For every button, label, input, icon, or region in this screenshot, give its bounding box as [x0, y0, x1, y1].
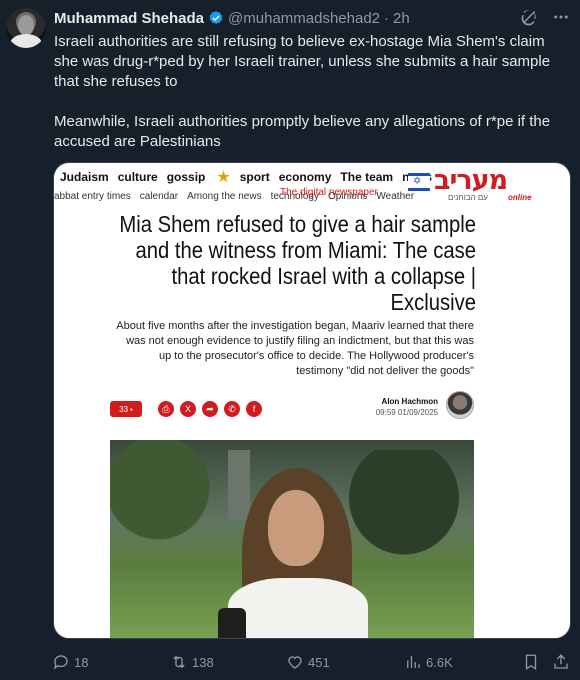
comment-count: 33 [119, 404, 129, 414]
repost-icon [173, 655, 185, 669]
post-paragraph-2: Meanwhile, Israeli authorities promptly … [54, 113, 551, 150]
comments-badge: 33 ▪ [110, 401, 142, 417]
post-top-icons [520, 8, 570, 26]
share-button[interactable] [552, 653, 570, 671]
reply-count: 18 [74, 654, 89, 670]
nav-item-sport: sport [239, 170, 270, 184]
forward-share-icon: ➦ [202, 401, 218, 417]
post-paragraph-1: Israeli authorities are still refusing t… [54, 33, 551, 90]
views-icon [407, 656, 420, 668]
print-icon: ⎙ [158, 401, 174, 417]
handle[interactable]: @muhammadshehad2 [228, 10, 380, 27]
avatar-shoulders [10, 34, 42, 48]
nav-item-culture: culture [117, 170, 158, 184]
bookmark-button[interactable] [522, 653, 540, 671]
repost-count: 138 [192, 654, 214, 670]
star-icon: ★ [216, 169, 231, 186]
like-button[interactable]: 451 [286, 653, 330, 671]
logo-subtitle: עם הבוחנים [448, 193, 488, 202]
article-headline: Mia Shem refused to give a hair sample a… [119, 211, 476, 315]
bookmark-icon [525, 654, 537, 671]
nav-item-digital-newspaper: The digital newspaper [280, 187, 378, 198]
nav-item-team: The team [340, 170, 394, 184]
maariv-logo: ✡ מעריב עם הבוחנים online [408, 165, 538, 203]
comment-icon: ▪ [130, 404, 133, 414]
separator-dot: · [384, 9, 390, 27]
nav-item-among-news: Among the news [187, 191, 262, 202]
share-icon [554, 654, 568, 669]
reply-button[interactable]: 18 [52, 653, 88, 671]
logo-online: online [508, 193, 532, 202]
photo-building [228, 450, 250, 520]
reply-icon [53, 655, 68, 670]
photo-person-face [268, 490, 324, 566]
verified-badge-icon [209, 11, 223, 25]
nav-item-judaism: Judaism [60, 170, 109, 184]
post-header: Muhammad Shehada @muhammadshehad2 · 2h [54, 8, 410, 28]
article-nav-bottom: abbat entry times calendar Among the new… [54, 187, 414, 202]
photo-tree [110, 440, 230, 560]
whatsapp-icon: ✆ [224, 401, 240, 417]
author-avatar[interactable] [6, 8, 46, 48]
share-bar: 33 ▪ ⎙ X ➦ ✆ f [110, 401, 262, 417]
display-name[interactable]: Muhammad Shehada [54, 10, 204, 27]
article-photo [110, 440, 474, 638]
photo-tree [334, 450, 474, 570]
more-options-icon[interactable] [552, 8, 570, 26]
views-count: 6.6K [426, 654, 453, 670]
post-text: Israeli authorities are still refusing t… [54, 32, 570, 172]
photo-person-arm [218, 608, 246, 638]
nav-item-economy: economy [278, 170, 332, 184]
post-actions: 18 138 451 6.6K [52, 650, 572, 674]
logo-wordmark: מעריב [434, 165, 508, 196]
author-photo [446, 391, 474, 419]
timestamp[interactable]: 2h [393, 10, 410, 27]
israel-flag-icon: ✡ [408, 173, 430, 191]
grok-icon[interactable] [520, 8, 538, 26]
like-count: 451 [308, 654, 330, 670]
author-name: Alon Hachmon [381, 397, 438, 406]
repost-button[interactable]: 138 [170, 653, 214, 671]
x-share-icon: X [180, 401, 196, 417]
facebook-icon: f [246, 401, 262, 417]
article-lead: About five months after the investigatio… [116, 320, 474, 377]
avatar-face [18, 15, 34, 35]
article-author: Alon Hachmon 09:59 01/09/2025 [376, 397, 438, 417]
attached-image[interactable]: Judaism culture gossip ★ sport economy T… [53, 162, 571, 639]
article-nav-top: Judaism culture gossip ★ sport economy T… [60, 167, 432, 187]
views-button[interactable]: 6.6K [404, 653, 453, 671]
author-date: 09:59 01/09/2025 [375, 408, 438, 417]
nav-item-gossip: gossip [166, 170, 206, 184]
heart-icon [288, 656, 302, 669]
nav-item-shabbat: abbat entry times [54, 191, 131, 202]
nav-item-calendar: calendar [139, 191, 179, 202]
photo-person-shirt [228, 578, 368, 638]
